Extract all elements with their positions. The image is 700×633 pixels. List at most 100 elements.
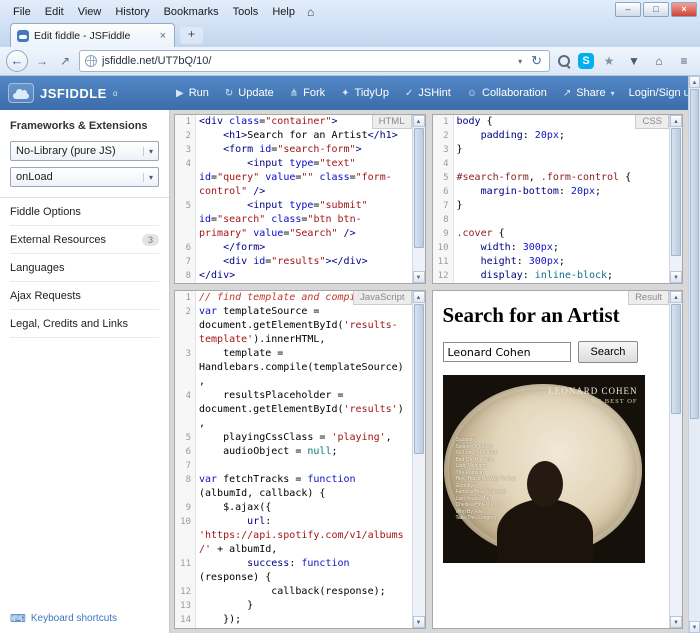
update-button[interactable]: ↻ Update — [217, 82, 282, 104]
scrollbar-thumb[interactable] — [671, 128, 681, 256]
run-button[interactable]: ▶ Run — [168, 82, 217, 104]
album-cover-image: LEONARD COHEN THE BEST OF SuzanneSisters… — [443, 375, 645, 563]
section-label: Legal, Credits and Links — [10, 318, 128, 330]
menu-bar: File Edit View History Bookmarks Tools H… — [0, 0, 700, 21]
close-window-button[interactable]: × — [671, 2, 697, 17]
jsfiddle-favicon — [17, 30, 29, 42]
share-label: Share — [576, 87, 605, 99]
login-label: Login/Sign up — [629, 87, 696, 99]
section-label: Fiddle Options — [10, 206, 81, 218]
menu-hamburger-icon[interactable]: ≡ — [674, 54, 694, 68]
scrollbar-thumb[interactable] — [414, 128, 424, 248]
html-panel-label: HTML — [372, 115, 412, 129]
library-select[interactable]: No-Library (pure JS) ▾ — [10, 141, 159, 161]
url-text[interactable]: jsfiddle.net/UT7bQ/10/ — [102, 55, 511, 67]
external-resources-count-badge: 3 — [142, 234, 159, 246]
section-label: Ajax Requests — [10, 290, 81, 302]
browser-tab[interactable]: Edit fiddle - JSFiddle × — [10, 23, 175, 47]
scroll-down-icon[interactable]: ▼ — [670, 616, 682, 628]
result-panel-label: Result — [628, 291, 669, 305]
javascript-panel-scrollbar[interactable]: ▲ ▼ — [412, 291, 425, 628]
logo-alpha-label: α — [113, 89, 118, 98]
url-bar[interactable]: jsfiddle.net/UT7bQ/10/ ▾ ↻ — [79, 50, 550, 72]
back-button[interactable]: ← — [6, 50, 28, 72]
share-icon[interactable]: ↗ — [56, 54, 74, 68]
menu-tools[interactable]: Tools — [226, 5, 266, 19]
menu-history[interactable]: History — [108, 5, 156, 19]
javascript-panel-label: JavaScript — [353, 291, 411, 305]
tab-close-icon[interactable]: × — [158, 30, 168, 42]
home-icon[interactable]: ⌂ — [302, 5, 319, 19]
keyboard-shortcuts-label: Keyboard shortcuts — [31, 613, 117, 624]
scroll-down-icon[interactable]: ▼ — [413, 616, 425, 628]
sidebar-item-languages[interactable]: Languages — [10, 254, 159, 282]
sidebar-item-ajax-requests[interactable]: Ajax Requests — [10, 282, 159, 310]
minimize-button[interactable]: – — [615, 2, 641, 17]
javascript-panel: 1// find template and compile it2var tem… — [174, 290, 426, 629]
result-panel-scrollbar[interactable]: ▲ ▼ — [669, 291, 682, 628]
home-toolbar-icon[interactable]: ⌂ — [649, 54, 669, 68]
browser-chrome: File Edit View History Bookmarks Tools H… — [0, 0, 700, 47]
scrollbar-thumb[interactable] — [690, 89, 699, 419]
share-button[interactable]: ↗ Share ▾ — [555, 82, 623, 104]
cloud-logo-icon — [8, 83, 34, 103]
scroll-down-icon[interactable]: ▼ — [670, 271, 682, 283]
html-panel-scrollbar[interactable]: ▲ ▼ — [412, 115, 425, 283]
html-code-editor[interactable]: 1<div class="container">2 <h1>Search for… — [175, 115, 412, 283]
collaboration-button[interactable]: ☺ Collaboration — [459, 82, 555, 104]
sidebar-item-external-resources[interactable]: External Resources 3 — [10, 226, 159, 254]
new-tab-button[interactable]: + — [180, 27, 203, 44]
css-panel-scrollbar[interactable]: ▲ ▼ — [669, 115, 682, 283]
downloads-icon[interactable]: ▼ — [624, 54, 644, 68]
scroll-down-icon[interactable]: ▼ — [689, 621, 700, 633]
menu-bookmarks[interactable]: Bookmarks — [157, 5, 226, 19]
sidebar-item-legal-credits[interactable]: Legal, Credits and Links — [10, 310, 159, 338]
scroll-up-icon[interactable]: ▲ — [689, 76, 700, 88]
forward-button[interactable]: → — [33, 54, 51, 68]
result-search-button[interactable]: Search — [578, 341, 639, 363]
skype-icon[interactable]: S — [578, 53, 594, 69]
javascript-code-editor[interactable]: 1// find template and compile it2var tem… — [175, 291, 412, 628]
scroll-up-icon[interactable]: ▲ — [670, 291, 682, 303]
onload-select-value: onLoad — [16, 171, 53, 183]
scroll-up-icon[interactable]: ▲ — [670, 115, 682, 127]
url-dropdown-icon[interactable]: ▾ — [516, 57, 524, 66]
play-icon: ▶ — [176, 88, 184, 99]
album-figure-head — [527, 461, 563, 507]
bookmark-star-icon[interactable]: ★ — [599, 54, 619, 68]
scrollbar-thumb[interactable] — [414, 304, 424, 454]
fork-label: Fork — [303, 87, 325, 99]
onload-select[interactable]: onLoad ▾ — [10, 167, 159, 187]
menu-file[interactable]: File — [6, 5, 38, 19]
menu-edit[interactable]: Edit — [38, 5, 71, 19]
main-content: Frameworks & Extensions No-Library (pure… — [0, 110, 688, 633]
keyboard-icon: ⌨ — [10, 612, 26, 625]
css-code-editor[interactable]: 1body {2 padding: 20px;3}45#search-form,… — [433, 115, 670, 283]
fork-button[interactable]: ⋔ Fork — [282, 82, 333, 104]
editor-grid: 1<div class="container">2 <h1>Search for… — [170, 110, 688, 633]
menu-help[interactable]: Help — [265, 5, 302, 19]
scroll-up-icon[interactable]: ▲ — [413, 291, 425, 303]
artist-query-input[interactable] — [443, 342, 571, 362]
maximize-button[interactable]: □ — [643, 2, 669, 17]
menu-view[interactable]: View — [71, 5, 109, 19]
scroll-down-icon[interactable]: ▼ — [413, 271, 425, 283]
sidebar-item-fiddle-options[interactable]: Fiddle Options — [10, 198, 159, 226]
jsfiddle-header: JSFIDDLE α ▶ Run ↻ Update ⋔ Fork ✦ Tid — [0, 76, 688, 110]
jsfiddle-logo[interactable]: JSFIDDLE α — [8, 83, 168, 103]
page-scrollbar[interactable]: ▲ ▼ — [688, 76, 700, 633]
people-icon: ☺ — [467, 88, 477, 99]
jshint-button[interactable]: ✓ JSHint — [397, 82, 459, 104]
keyboard-shortcuts-link[interactable]: ⌨ Keyboard shortcuts — [10, 612, 117, 625]
search-icon[interactable] — [555, 52, 573, 70]
globe-icon — [85, 55, 97, 67]
reload-icon[interactable]: ↻ — [529, 53, 544, 69]
scroll-up-icon[interactable]: ▲ — [413, 115, 425, 127]
section-label: Languages — [10, 262, 64, 274]
css-panel: 1body {2 padding: 20px;3}45#search-form,… — [432, 114, 684, 284]
scrollbar-thumb[interactable] — [671, 304, 681, 414]
tidyup-label: TidyUp — [355, 87, 389, 99]
chevron-down-icon: ▾ — [143, 173, 153, 182]
tidyup-icon: ✦ — [341, 88, 349, 99]
tidyup-button[interactable]: ✦ TidyUp — [333, 82, 397, 104]
